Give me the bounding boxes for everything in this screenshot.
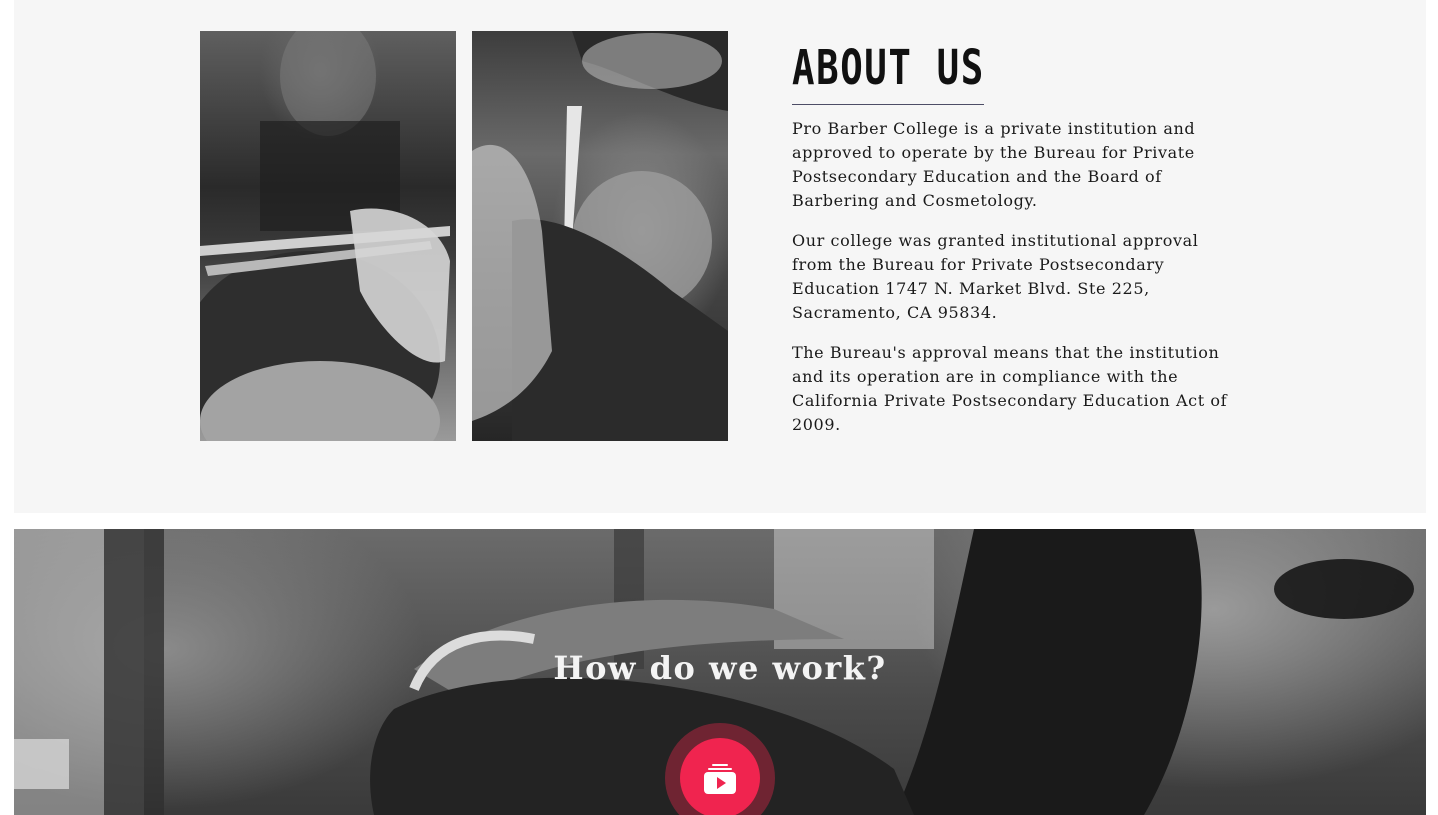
about-section: ABOUT US Pro Barber College is a private… <box>14 0 1426 513</box>
barber-shaving-neck-photo <box>472 31 728 441</box>
youtube-play-icon <box>704 764 736 794</box>
about-paragraph-1: Pro Barber College is a private institut… <box>792 119 1196 210</box>
about-paragraph-3: The Bureau's approval means that the ins… <box>792 343 1228 434</box>
barber-cutting-hair-photo <box>200 31 456 441</box>
how-we-work-heading: How do we work? <box>553 649 887 687</box>
title-divider <box>792 104 984 105</box>
how-we-work-section: How do we work? <box>14 529 1426 815</box>
play-video-button[interactable] <box>680 738 760 815</box>
about-text-block: ABOUT US Pro Barber College is a private… <box>792 40 1232 453</box>
about-paragraph-2: Our college was granted institutional ap… <box>792 231 1199 322</box>
about-title: ABOUT US <box>792 40 985 96</box>
